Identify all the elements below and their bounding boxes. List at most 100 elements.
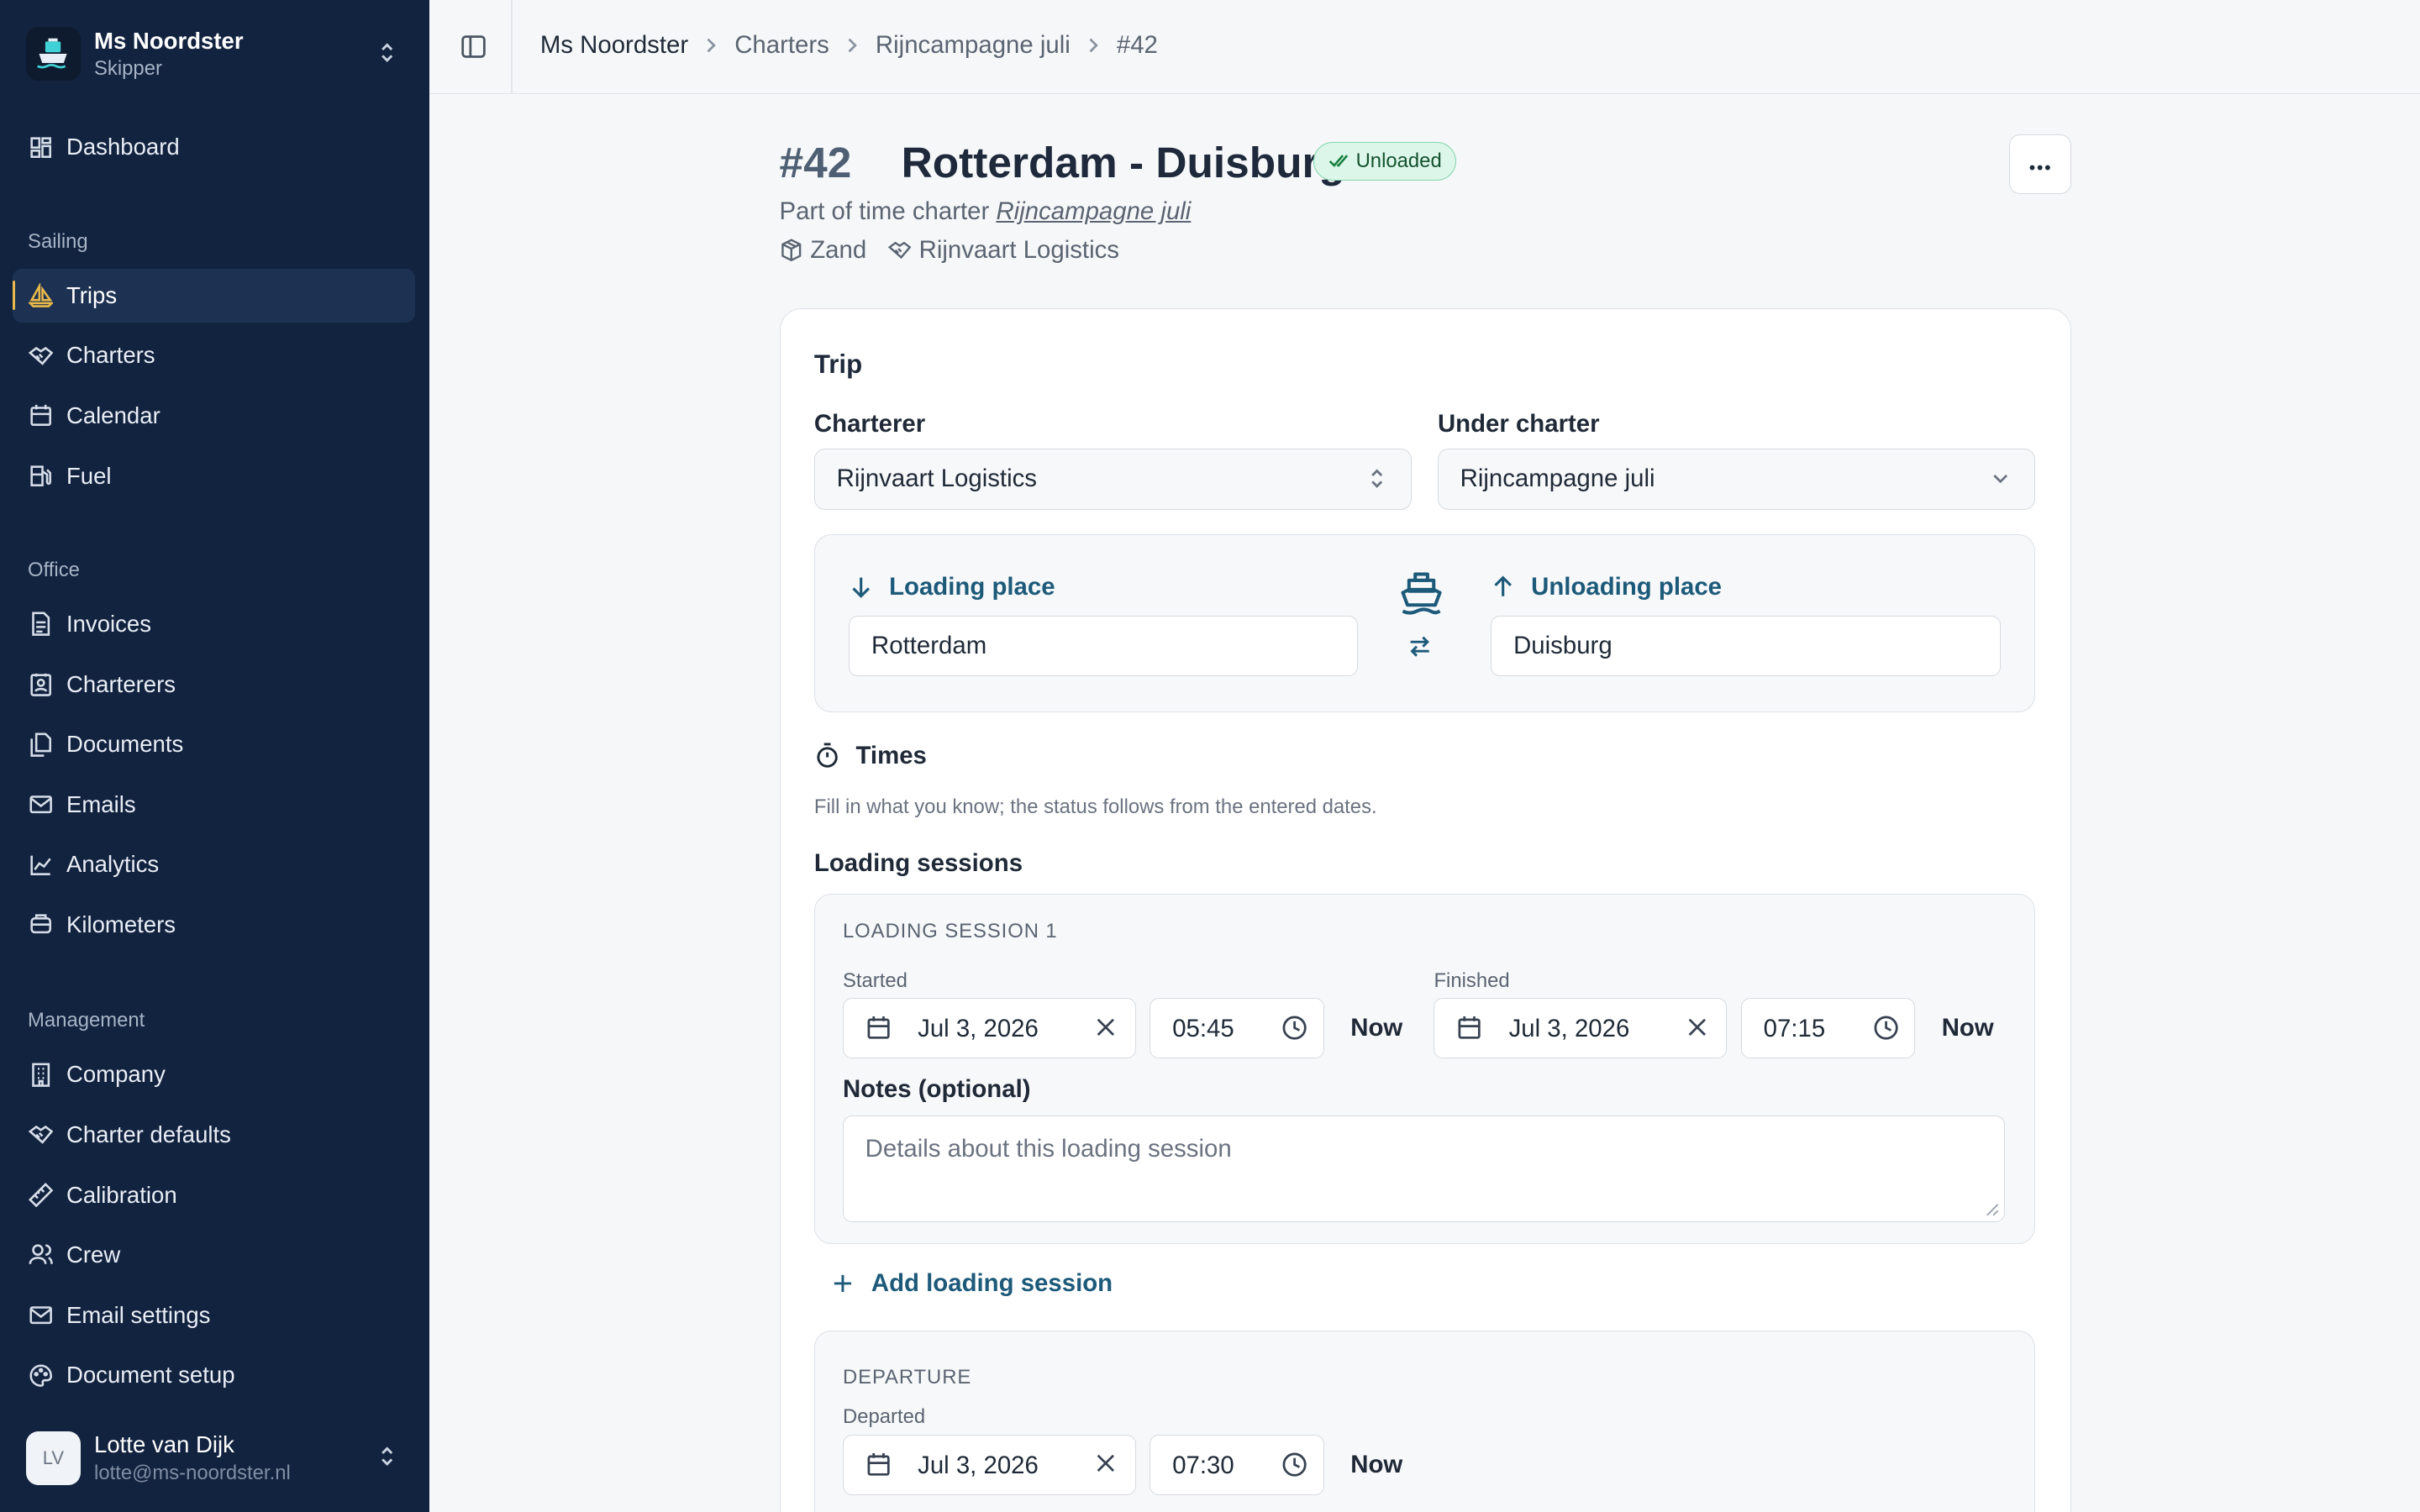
- loading-place-input[interactable]: Rotterdam: [849, 615, 1359, 676]
- breadcrumb-current: #42: [1116, 30, 1158, 59]
- vessel-logo-icon: [26, 27, 81, 81]
- breadcrumb: Ms Noordster Charters Rijncampagne juli …: [540, 31, 1158, 60]
- page-title: Rotterdam - Duisburg: [901, 138, 1345, 187]
- trip-number: #42: [779, 138, 852, 187]
- notes-placeholder: Details about this loading session: [865, 1135, 1232, 1163]
- loading-place-text: Loading place: [889, 572, 1055, 601]
- sidebar-item-label: Documents: [66, 731, 184, 758]
- started-now-button[interactable]: Now: [1350, 1014, 1402, 1042]
- sidebar-item-label: Charterers: [66, 670, 176, 697]
- sidebar-item-calibration[interactable]: Calibration: [13, 1168, 415, 1221]
- nav-section-management: Management: [28, 1009, 145, 1032]
- vessel-name: Ms Noordster: [94, 27, 244, 54]
- under-charter-label: Under charter: [1437, 409, 1600, 438]
- sidebar-item-trips[interactable]: Trips: [12, 268, 416, 323]
- status-badge: Unloaded: [1313, 141, 1457, 181]
- sidebar-item-label: Dashboard: [66, 134, 180, 160]
- sidebar-item-documents[interactable]: Documents: [13, 717, 415, 771]
- unloading-place-input[interactable]: Duisburg: [1491, 615, 2001, 676]
- breadcrumb-charter[interactable]: Rijncampagne juli: [876, 31, 1071, 60]
- sidebar-item-label: Fuel: [66, 462, 112, 489]
- swap-button[interactable]: [1407, 634, 1432, 665]
- calendar-icon: [865, 1452, 892, 1478]
- departed-now-button[interactable]: Now: [1350, 1451, 1402, 1479]
- chevrons-up-down-icon: [1365, 466, 1389, 491]
- charterer-item: Rijnvaart Logistics: [887, 236, 1119, 265]
- sidebar-item-email-settings[interactable]: Email settings: [13, 1289, 415, 1342]
- finished-date-picker[interactable]: Jul 3, 2026: [1434, 998, 1728, 1059]
- user-role: Skipper: [94, 57, 162, 81]
- breadcrumb-charters[interactable]: Charters: [734, 31, 829, 60]
- handshake-icon: [28, 1121, 54, 1147]
- sidebar-item-document-setup[interactable]: Document setup: [13, 1348, 415, 1402]
- card-title: Trip: [813, 349, 863, 380]
- user-menu[interactable]: LV Lotte van Dijk lotte@ms-noordster.nl: [26, 1429, 409, 1488]
- sidebar-item-label: Company: [66, 1061, 166, 1088]
- sidebar-item-label: Document setup: [66, 1362, 235, 1389]
- departure-panel: DEPARTURE Departed Jul 3, 2026 07:30 Now: [813, 1331, 2035, 1512]
- sailboat-icon: [28, 282, 54, 308]
- loading-place-label: Loading place: [849, 573, 1055, 601]
- breadcrumb-vessel[interactable]: Ms Noordster: [540, 31, 688, 60]
- chevron-right-icon: [1086, 36, 1101, 55]
- calendar-icon: [865, 1015, 892, 1041]
- departed-date-picker[interactable]: Jul 3, 2026: [842, 1435, 1136, 1495]
- part-of-charter: Part of time charter Rijncampagne juli: [780, 197, 1192, 226]
- chevron-right-icon: [703, 36, 718, 55]
- sidebar-item-charters[interactable]: Charters: [13, 328, 415, 382]
- sidebar-toggle-icon[interactable]: [460, 33, 487, 67]
- sidebar-item-charter-defaults[interactable]: Charter defaults: [13, 1108, 415, 1162]
- package-icon: [780, 239, 803, 262]
- palette-icon: [28, 1362, 54, 1389]
- times-label: Times: [855, 741, 927, 769]
- departure-title: DEPARTURE: [842, 1365, 972, 1389]
- building-icon: [28, 1062, 54, 1088]
- sidebar-item-analytics[interactable]: Analytics: [13, 837, 415, 891]
- clear-icon[interactable]: [1095, 1452, 1117, 1474]
- chevron-right-icon: [844, 36, 860, 55]
- chevron-down-icon: [1988, 466, 2012, 491]
- users-icon: [28, 1242, 54, 1268]
- sidebar-item-crew[interactable]: Crew: [13, 1228, 415, 1282]
- unloading-place-text: Unloading place: [1531, 572, 1722, 601]
- sidebar-item-invoices[interactable]: Invoices: [13, 597, 415, 651]
- resize-grip-icon[interactable]: [1986, 1203, 2000, 1217]
- add-loading-session-label: Add loading session: [871, 1268, 1113, 1297]
- sidebar-item-emails[interactable]: Emails: [13, 778, 415, 832]
- departed-date-value: Jul 3, 2026: [918, 1451, 1039, 1479]
- file-text-icon: [28, 611, 54, 637]
- sidebar-item-fuel[interactable]: Fuel: [13, 449, 415, 502]
- more-actions-button[interactable]: [2009, 134, 2071, 195]
- clock-icon: [1281, 1015, 1307, 1041]
- clear-icon[interactable]: [1095, 1016, 1117, 1038]
- sidebar-item-label: Kilometers: [66, 911, 176, 938]
- vessel-switcher[interactable]: Ms Noordster Skipper: [26, 24, 409, 83]
- plus-icon: [833, 1273, 853, 1294]
- sidebar-item-label: Trips: [66, 281, 118, 308]
- sidebar-item-label: Charter defaults: [66, 1121, 231, 1147]
- charterer-select[interactable]: Rijnvaart Logistics: [813, 448, 1412, 511]
- sidebar-item-dashboard[interactable]: Dashboard: [13, 120, 415, 174]
- sidebar-item-charterers[interactable]: Charterers: [13, 657, 415, 711]
- user-email: lotte@ms-noordster.nl: [94, 1461, 291, 1484]
- finished-time-input[interactable]: 07:15: [1740, 998, 1916, 1059]
- notes-textarea[interactable]: Details about this loading session: [842, 1116, 2005, 1222]
- times-heading: Times: [814, 742, 927, 770]
- clear-icon[interactable]: [1686, 1016, 1708, 1038]
- sidebar-item-kilometers[interactable]: Kilometers: [13, 898, 415, 952]
- sidebar-item-calendar[interactable]: Calendar: [13, 389, 415, 443]
- add-loading-session-button[interactable]: Add loading session: [833, 1269, 1113, 1298]
- departed-time-input[interactable]: 07:30: [1150, 1435, 1325, 1495]
- under-charter-select[interactable]: Rijncampagne juli: [1437, 448, 2035, 511]
- sidebar-item-company[interactable]: Company: [13, 1047, 415, 1101]
- charter-link[interactable]: Rijncampagne juli: [996, 197, 1191, 225]
- loading-sessions-heading: Loading sessions: [813, 849, 1023, 878]
- calendar-icon: [1456, 1015, 1482, 1041]
- charterer-label: Rijnvaart Logistics: [918, 236, 1119, 264]
- sidebar-item-label: Crew: [66, 1242, 121, 1268]
- avatar: LV: [26, 1431, 81, 1485]
- times-hint: Fill in what you know; the status follow…: [813, 795, 1377, 818]
- finished-now-button[interactable]: Now: [1942, 1014, 1994, 1042]
- started-time-input[interactable]: 05:45: [1150, 998, 1325, 1059]
- started-date-picker[interactable]: Jul 3, 2026: [842, 998, 1136, 1059]
